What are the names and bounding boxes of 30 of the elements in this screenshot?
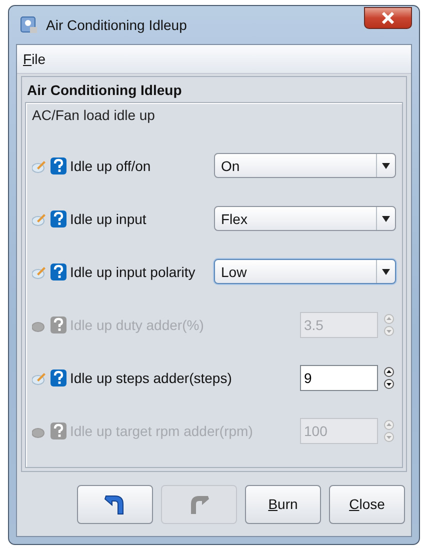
window-title: Air Conditioning Idleup (46, 17, 188, 33)
panel-subtitle: AC/Fan load idle up (32, 107, 156, 123)
help-icon[interactable] (50, 210, 67, 228)
pencil-icon (32, 212, 47, 226)
pencil-icon (32, 370, 47, 384)
app-icon (20, 16, 38, 34)
dialog-button[interactable]: Close (329, 484, 405, 524)
number-field[interactable]: 9 (300, 364, 378, 390)
close-button[interactable] (364, 7, 412, 29)
dropdown[interactable]: On (214, 153, 396, 178)
field-label: Idle up steps adder(steps) (70, 370, 233, 386)
field-label: Idle up input (70, 210, 148, 226)
dropdown[interactable]: Flex (214, 206, 396, 231)
undo-button[interactable] (77, 484, 153, 524)
field-label: Idle up input polarity (70, 264, 196, 280)
menu-item[interactable]: File (23, 51, 46, 67)
spin-down-icon[interactable] (384, 378, 394, 388)
pencil-icon (32, 158, 47, 172)
dropdown[interactable]: Low (214, 259, 396, 284)
pencil-icon (32, 264, 47, 278)
help-icon[interactable] (50, 262, 67, 280)
spin-up-icon[interactable] (384, 366, 394, 376)
help-icon[interactable] (50, 422, 67, 440)
help-icon[interactable] (50, 368, 67, 386)
panel-title: Air Conditioning Idleup (26, 81, 183, 100)
dialog-button[interactable]: Burn (245, 484, 321, 524)
close-icon (381, 12, 395, 24)
help-icon[interactable] (50, 316, 67, 334)
field-label: Idle up off/on (70, 158, 152, 174)
help-icon[interactable] (50, 156, 67, 174)
